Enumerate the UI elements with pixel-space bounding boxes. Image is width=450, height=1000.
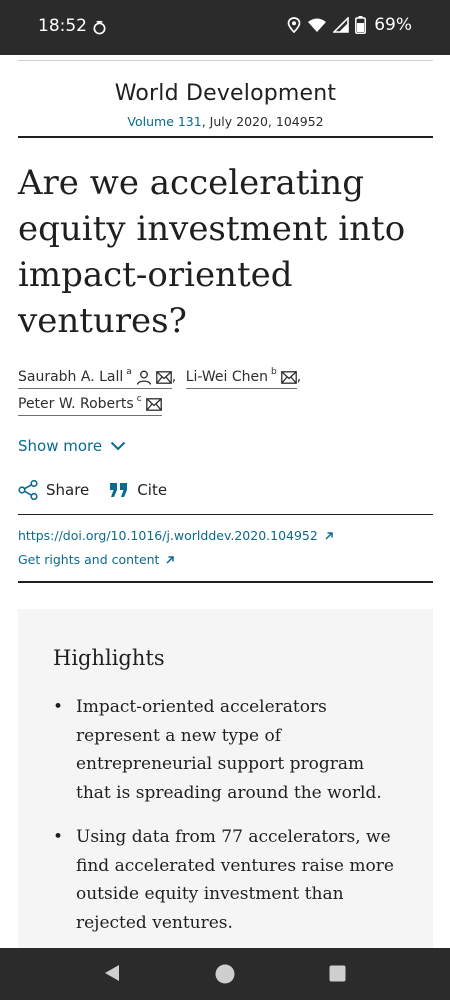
highlight-line: entrepreneurial support program [76, 754, 365, 774]
author-li-wei-chen[interactable]: Li-Wei Chen b [185, 367, 297, 389]
highlights-list: • Impact-oriented accelerators represent… [53, 693, 398, 949]
doi-text: https://doi.org/10.1016/j.worlddev.2020.… [18, 528, 318, 543]
journal-title[interactable]: World Development [18, 81, 433, 106]
article-title-line: impact-oriented [18, 255, 293, 295]
show-more-button[interactable]: Show more [18, 437, 126, 455]
article-actions: Share Cite [18, 480, 167, 500]
status-icons: 69% [287, 15, 412, 35]
wifi-icon [308, 18, 327, 32]
status-bar: 18:52 69% [0, 0, 450, 55]
article-title: Are we accelerating equity investment in… [18, 160, 433, 344]
article-title-line: Are we accelerating [18, 163, 364, 203]
author-saurabh-lall[interactable]: Saurabh A. Lall a [18, 367, 172, 389]
highlight-line: outside equity investment than [76, 884, 344, 904]
doi-link[interactable]: https://doi.org/10.1016/j.worlddev.2020.… [18, 528, 433, 543]
journal-meta: Volume 131, July 2020, 104952 [18, 114, 433, 129]
clock-icon [93, 20, 106, 35]
article-title-line: ventures? [18, 301, 187, 341]
system-nav-bar [0, 948, 450, 1000]
recents-icon[interactable] [329, 965, 346, 982]
share-icon [18, 480, 38, 500]
highlight-line: that is spreading around the world. [76, 782, 382, 803]
status-time: 18:52 [38, 16, 87, 36]
volume-link[interactable]: Volume 131 [127, 114, 201, 129]
mail-icon [155, 370, 172, 384]
external-link-icon [166, 555, 175, 564]
cite-button[interactable]: Cite [109, 481, 167, 499]
highlights-title: Highlights [53, 646, 165, 670]
rights-text: Get rights and content [18, 552, 160, 567]
author-separator: , [296, 369, 302, 385]
highlight-item: • Using data from 77 accelerators, we fi… [53, 823, 398, 937]
share-button[interactable]: Share [18, 480, 89, 500]
cite-label: Cite [137, 481, 168, 499]
highlight-line: represent a new type of [76, 725, 282, 746]
highlights-section: Highlights • Impact-oriented accelerator… [18, 609, 433, 949]
affiliation-marker: b [271, 367, 277, 377]
location-icon [287, 17, 301, 33]
author-list: Saurabh A. Lall a , Li-Wei Chen b , Peter … [18, 364, 433, 418]
author-peter-roberts[interactable]: Peter W. Roberts c [18, 394, 162, 416]
bullet: • [53, 827, 64, 847]
signal-icon [333, 17, 350, 33]
rights-link[interactable]: Get rights and content [18, 552, 433, 567]
author-name: Peter W. Roberts [18, 396, 134, 412]
issue-info: , July 2020, 104952 [201, 114, 324, 129]
highlight-line: Impact-oriented accelerators [76, 697, 327, 717]
person-icon [136, 370, 151, 385]
bullet: • [53, 697, 64, 717]
author-separator: , [171, 369, 177, 385]
battery-percent: 69% [374, 15, 412, 35]
mail-icon [145, 397, 162, 411]
home-icon[interactable] [215, 964, 235, 984]
quote-icon [110, 483, 128, 497]
battery-icon [355, 16, 367, 34]
article-title-line: equity investment into [18, 209, 406, 249]
mail-icon [280, 370, 297, 384]
article-links: https://doi.org/10.1016/j.worlddev.2020.… [18, 514, 433, 583]
affiliation-marker: c [136, 394, 142, 404]
highlight-line: Using data from 77 accelerators, we [76, 827, 391, 847]
highlight-line: rejected ventures. [76, 912, 233, 933]
author-name: Li-Wei Chen [185, 369, 268, 385]
share-label: Share [46, 481, 90, 499]
highlight-line: find accelerated ventures raise more [76, 855, 394, 876]
chevron-down-icon [110, 441, 126, 451]
external-link-icon [325, 531, 333, 540]
highlight-item: • Impact-oriented accelerators represent… [53, 693, 398, 807]
author-name: Saurabh A. Lall [18, 369, 124, 385]
journal-header: World Development Volume 131, July 2020,… [18, 60, 433, 138]
back-icon[interactable] [103, 964, 121, 982]
show-more-label: Show more [18, 437, 103, 455]
affiliation-marker: a [126, 367, 132, 377]
